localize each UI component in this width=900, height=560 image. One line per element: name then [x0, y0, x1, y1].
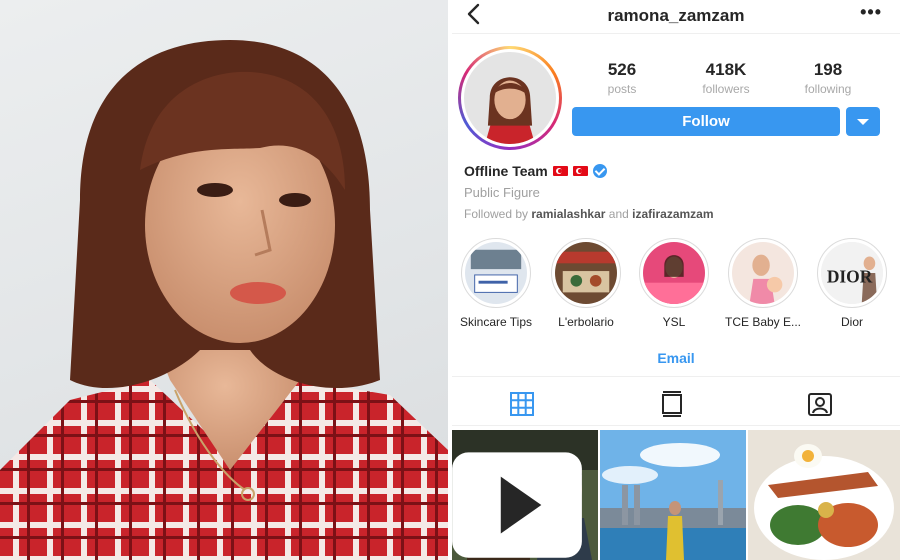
post-image [748, 430, 900, 560]
tagged-icon[interactable] [806, 390, 836, 420]
portrait-illustration [0, 40, 448, 560]
divider [452, 376, 900, 377]
instagram-profile-screen: ramona_zamzam ••• 526 posts 418K followe… [452, 0, 900, 560]
chevron-down-icon [857, 119, 869, 125]
posts-stat[interactable]: 526 posts [572, 60, 672, 96]
post-image [600, 430, 746, 560]
turkey-flag-icon [552, 166, 568, 176]
grid-icon[interactable] [508, 390, 538, 420]
turkey-flag-icon [572, 166, 588, 176]
video-icon [452, 452, 582, 558]
highlight-dior[interactable]: DIOR Dior [812, 238, 892, 329]
highlight-label: Dior [840, 315, 863, 329]
highlight-cover [732, 242, 794, 304]
following-count: 198 [813, 60, 843, 79]
email-button[interactable]: Email [452, 350, 900, 366]
highlight-cover: DIOR [821, 242, 883, 304]
posts-label: posts [607, 82, 637, 96]
followed-by-prefix: Followed by [464, 207, 529, 221]
highlight-cover [643, 242, 705, 304]
followed-by-user-1[interactable]: ramialashkar [531, 207, 605, 221]
profile-header-bar: ramona_zamzam ••• [452, 0, 900, 34]
followers-stat[interactable]: 418K followers [676, 60, 776, 96]
highlight-cover [555, 242, 617, 304]
suggested-accounts-button[interactable] [846, 107, 880, 136]
highlight-tce-baby[interactable]: TCE Baby E... [723, 238, 803, 329]
divider [452, 425, 900, 426]
highlight-label: Skincare Tips [459, 315, 533, 329]
profile-username: ramona_zamzam [607, 6, 745, 25]
bio-display-name: Offline Team [464, 163, 607, 179]
highlight-skincare-tips[interactable]: Skincare Tips [456, 238, 536, 329]
followers-count: 418K [705, 60, 747, 79]
more-options-button[interactable]: ••• [860, 2, 882, 23]
post-thumbnail[interactable] [452, 430, 598, 560]
display-name-text: Offline Team [464, 163, 548, 179]
profile-photo-large [0, 0, 448, 560]
avatar[interactable] [458, 46, 562, 150]
follow-button[interactable]: Follow [572, 107, 840, 136]
feed-icon[interactable] [658, 390, 688, 420]
highlight-cover [465, 242, 527, 304]
bio-category: Public Figure [464, 185, 540, 200]
followed-by-and: and [608, 207, 629, 221]
highlight-label: YSL [662, 315, 686, 329]
verified-badge-icon [592, 164, 607, 178]
highlight-ysl[interactable]: YSL [634, 238, 714, 329]
followers-label: followers [702, 82, 750, 96]
post-thumbnail[interactable] [600, 430, 746, 560]
highlight-label: TCE Baby E... [724, 315, 802, 329]
followed-by-user-2[interactable]: izafirazamzam [632, 207, 713, 221]
highlight-lerbolario[interactable]: L'erbolario [546, 238, 626, 329]
highlight-label: L'erbolario [558, 315, 614, 329]
following-label: following [804, 82, 852, 96]
dior-cover-text: DIOR [827, 267, 873, 287]
followed-by-line[interactable]: Followed by ramialashkar and izafirazamz… [464, 207, 714, 221]
post-thumbnail[interactable] [748, 430, 900, 560]
posts-count: 526 [607, 60, 637, 79]
following-stat[interactable]: 198 following [778, 60, 878, 96]
avatar-image [464, 52, 556, 144]
